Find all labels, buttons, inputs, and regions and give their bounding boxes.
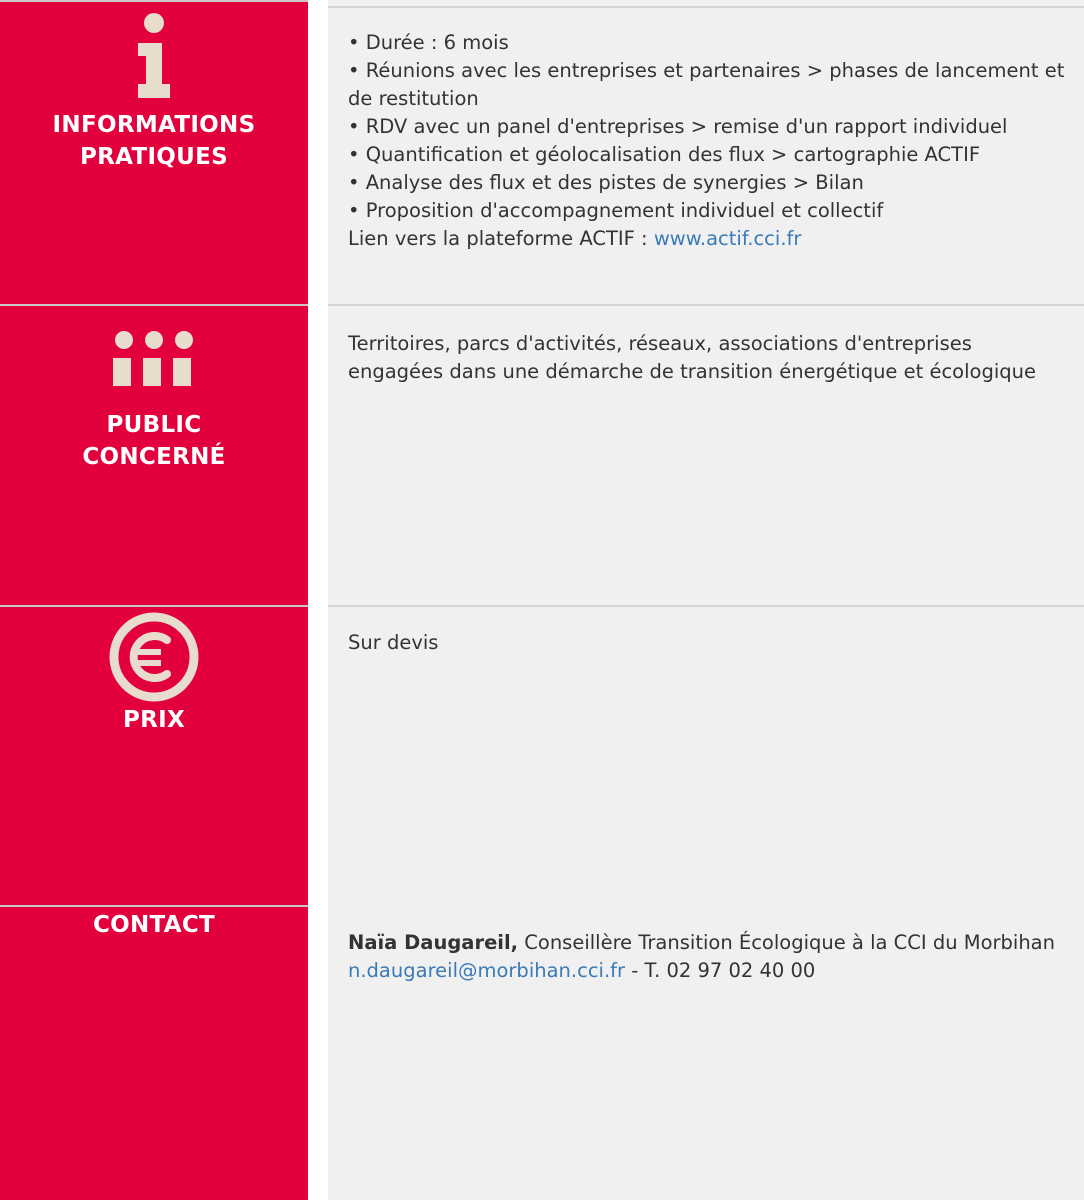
contact-details-line: n.daugareil@morbihan.cci.fr - T. 02 97 0…: [348, 957, 1068, 985]
info-table: INFORMATIONS PRATIQUES • Durée : 6 mois …: [0, 0, 1084, 1200]
section-title-informations: INFORMATIONS PRATIQUES: [52, 112, 256, 170]
list-item: • Quantification et géolocalisation des …: [348, 143, 981, 166]
divider: [0, 605, 308, 607]
divider: [0, 304, 308, 306]
section-header-column: [0, 0, 308, 1200]
informations-content: • Durée : 6 mois • Réunions avec les ent…: [348, 29, 1068, 253]
divider: [0, 0, 308, 2]
list-item: • RDV avec un panel d'entreprises > remi…: [348, 115, 1008, 138]
section-title-prix: PRIX: [122, 707, 186, 733]
prix-content: Sur devis: [348, 629, 1068, 657]
platform-link-prefix: Lien vers la plateforme ACTIF :: [348, 227, 654, 250]
actif-platform-link[interactable]: www.actif.cci.fr: [654, 227, 802, 250]
contact-content: Naïa Daugareil, Conseillère Transition É…: [348, 929, 1068, 985]
public-content: Territoires, parcs d'activités, réseaux,…: [348, 330, 1068, 386]
public-description: Territoires, parcs d'activités, réseaux,…: [348, 332, 1036, 383]
contact-role: Conseillère Transition Écologique à la C…: [518, 931, 1055, 954]
divider: [328, 304, 1084, 306]
euro-icon: [0, 610, 308, 704]
info-icon: [0, 12, 308, 102]
platform-link-line: Lien vers la plateforme ACTIF : www.acti…: [348, 225, 1068, 253]
price-value: Sur devis: [348, 631, 439, 654]
contact-email-link[interactable]: n.daugareil@morbihan.cci.fr: [348, 959, 625, 982]
list-item: • Durée : 6 mois: [348, 31, 509, 54]
divider: [328, 605, 1084, 607]
contact-person-line: Naïa Daugareil, Conseillère Transition É…: [348, 929, 1068, 957]
contact-name: Naïa Daugareil,: [348, 931, 519, 954]
list-item: • Réunions avec les entreprises et parte…: [348, 59, 1065, 110]
list-item: • Analyse des flux et des pistes de syne…: [348, 171, 864, 194]
contact-phone: - T. 02 97 02 40 00: [625, 959, 816, 982]
divider: [0, 905, 308, 907]
section-title-public: PUBLIC CONCERNÉ: [82, 412, 226, 470]
people-group-icon: [0, 330, 308, 386]
section-title-contact: CONTACT: [92, 912, 216, 938]
divider: [328, 6, 1084, 8]
list-item: • Proposition d'accompagnement individue…: [348, 199, 884, 222]
